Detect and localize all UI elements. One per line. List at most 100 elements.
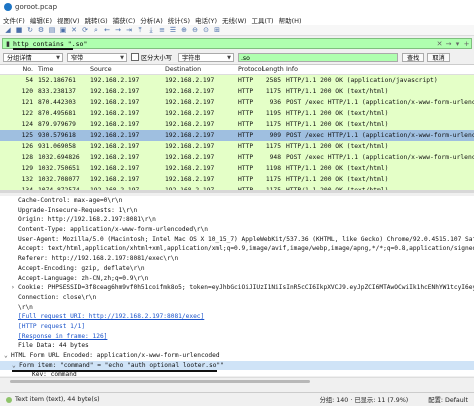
packet-row[interactable]: 122 870.495681 192.168.2.197 192.168.2.197 H… [0,108,474,119]
add-expression-icon[interactable]: + [462,40,471,48]
detail-line[interactable]: Accept-Language: zh-CN,zh;q=0.9\r\n [0,274,474,284]
restart-capture-icon[interactable]: ↻ [26,26,34,34]
bookmark-icon[interactable]: ▮ [3,40,13,48]
column-time[interactable]: Time [36,65,84,74]
packet-destination: 192.168.2.197 [165,99,215,106]
resize-columns-icon[interactable]: ⊞ [213,26,221,34]
detail-line-text: Cache-Control: max-age=0\r\n [18,197,123,204]
detail-line-text: Cookie: PHPSESSID=3f8ceag6hm9vf0h51coifm… [18,284,474,292]
save-file-icon[interactable]: ▣ [59,26,67,34]
colorize-icon[interactable]: ≡ [158,26,166,34]
packet-row[interactable]: 124 879.979679 192.168.2.197 192.168.2.197 H… [0,119,474,130]
find-button[interactable]: 查找 [401,52,425,62]
goto-icon[interactable]: ⇥ [125,26,133,34]
menu-wireless[interactable]: 无线(W) [222,15,247,25]
forward-icon[interactable]: → [114,26,122,34]
detail-line[interactable]: Accept: text/html,application/xhtml+xml,… [0,244,474,254]
packet-number: 122 [21,110,33,117]
pane-splitter[interactable] [0,190,474,193]
zoom-reset-icon[interactable]: ⊙ [202,26,210,34]
packet-source: 192.168.2.197 [90,176,140,183]
options-icon[interactable]: ⚙ [37,26,45,34]
detail-line[interactable]: Referer: http://192.168.2.197:8081/exec\… [0,254,474,264]
packet-length: 1198 [265,165,281,172]
scrollbar-thumb[interactable] [10,380,310,383]
charset-select[interactable]: 窄带 ▼ [67,52,127,62]
packet-row[interactable]: 121 870.442303 192.168.2.197 192.168.2.197 H… [0,97,474,108]
packet-protocol: HTTP [238,121,254,128]
chevron-down-icon[interactable]: ⌄ [4,351,11,361]
menu-telephony[interactable]: 电话(Y) [195,15,217,25]
detail-line[interactable]: [Full request URI: http://192.168.2.197:… [0,312,474,322]
packet-row[interactable]: 120 833.238137 192.168.2.197 192.168.2.197 H… [0,86,474,97]
packet-info: HTTP/1.1 200 OK (text/html) [286,88,389,95]
packet-row[interactable]: 126 931.069058 192.168.2.197 192.168.2.197 H… [0,141,474,152]
column-source[interactable]: Source [84,65,160,74]
packet-row[interactable]: 132 1032.708077 192.168.2.197 192.168.2.197… [0,174,474,185]
cancel-button[interactable]: 取消 [427,52,450,62]
menu-analyze[interactable]: 分析(A) [140,15,163,25]
display-filter-input[interactable]: http contains ".so" [13,40,435,48]
find-icon[interactable]: ⌕ [92,26,100,34]
autoscroll-icon[interactable]: ☰ [169,26,177,34]
menu-tools[interactable]: 工具(T) [252,15,274,25]
detail-line[interactable]: Upgrade-Insecure-Requests: 1\r\n [0,206,474,216]
expert-info-icon[interactable] [6,396,12,403]
column-length[interactable]: Length [262,65,284,74]
stop-capture-icon[interactable]: ■ [15,26,23,34]
detail-line[interactable]: Accept-Encoding: gzip, deflate\r\n [0,264,474,274]
packet-row[interactable]: 129 1032.750651 192.168.2.197 192.168.2.197… [0,163,474,174]
packet-time: 1032.750651 [38,165,80,172]
open-file-icon[interactable]: ▤ [48,26,56,34]
menu-statistics[interactable]: 统计(S) [168,15,190,25]
profile-label[interactable]: 配置: Default [428,395,468,404]
detail-line[interactable]: \r\n [0,303,474,313]
detail-line[interactable]: ⌄ HTML Form URL Encoded: application/x-ww… [0,351,474,361]
packet-row[interactable]: 54 152.186761 192.168.2.197 192.168.2.197 HT… [0,75,474,86]
column-protocol[interactable]: Protocol [235,65,263,74]
menu-edit[interactable]: 编辑(E) [30,15,52,25]
menu-go[interactable]: 跳转(G) [85,15,108,25]
packet-destination: 192.168.2.197 [165,176,215,183]
packet-row[interactable]: 125 930.579618 192.168.2.197 192.168.2.197 H… [0,130,474,141]
packet-info: POST /exec HTTP/1.1 (application/x-www-f… [286,99,474,106]
first-packet-icon[interactable]: ⤒ [136,26,144,34]
search-scope-select[interactable]: 分组详情 ▼ [3,52,63,62]
filter-history-icon[interactable]: ▾ [453,40,462,48]
column-destination[interactable]: Destination [160,65,235,74]
packet-length: 1195 [265,110,281,117]
menu-file[interactable]: 文件(F) [3,15,25,25]
details-horizontal-scrollbar[interactable] [0,377,474,385]
chevron-down-icon[interactable]: ⌄ [12,361,19,371]
menu-capture[interactable]: 捕获(C) [113,15,136,25]
start-capture-icon[interactable]: ◢ [4,26,12,34]
zoom-out-icon[interactable]: ⊖ [191,26,199,34]
detail-line[interactable]: ⌄ Form item: "command" = "echo "auth opti… [0,360,474,371]
search-input[interactable]: .so [237,52,398,62]
packet-row[interactable]: 128 1032.694826 192.168.2.197 192.168.2.197… [0,152,474,163]
detail-line[interactable]: [Response in frame: 126] [0,332,474,342]
menu-help[interactable]: 帮助(H) [279,15,302,25]
detail-line[interactable]: [HTTP request 1/1] [0,322,474,332]
detail-line[interactable]: Cache-Control: max-age=0\r\n [0,196,474,206]
search-type-select[interactable]: 字符串 ▼ [177,52,234,62]
back-icon[interactable]: ← [103,26,111,34]
packet-protocol: HTTP [238,99,254,106]
clear-filter-icon[interactable]: ✕ [435,40,444,48]
column-info[interactable]: Info [284,65,474,74]
case-sensitive-checkbox[interactable] [131,53,139,61]
detail-line[interactable]: Origin: http://192.168.2.197:8081\r\n [0,215,474,225]
chevron-right-icon[interactable]: › [11,283,18,293]
detail-line[interactable]: User-Agent: Mozilla/5.0 (Macintosh; Inte… [0,235,474,245]
last-packet-icon[interactable]: ⤓ [147,26,155,34]
close-file-icon[interactable]: ✕ [70,26,78,34]
zoom-in-icon[interactable]: ⊕ [180,26,188,34]
detail-line[interactable]: Connection: close\r\n [0,293,474,303]
reload-icon[interactable]: ⟳ [81,26,89,34]
detail-line[interactable]: File Data: 44 bytes [0,341,474,351]
detail-line[interactable]: › Cookie: PHPSESSID=3f8ceag6hm9vf0h51coif… [0,283,474,293]
detail-line[interactable]: Content-Type: application/x-www-form-url… [0,225,474,235]
menu-view[interactable]: 视图(V) [57,15,80,25]
apply-filter-icon[interactable]: → [444,40,453,48]
column-no[interactable]: No. [0,65,36,74]
